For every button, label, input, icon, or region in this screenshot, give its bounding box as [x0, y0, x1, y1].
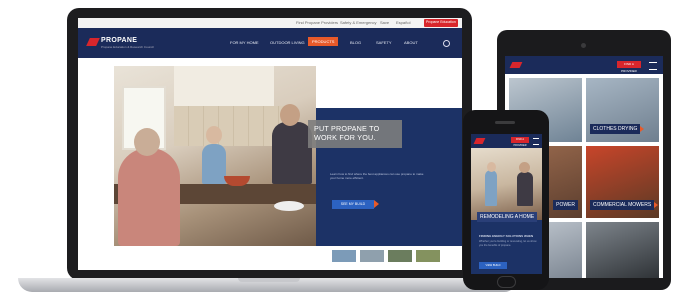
phone-subhead: FINDING ENERGY SOLUTIONS WHEN: [479, 234, 534, 238]
hero-thumbnails: [332, 250, 442, 264]
hero-kitchen-photo: [114, 66, 316, 246]
photo-cabinets: [174, 66, 274, 108]
laptop-notch: [238, 278, 300, 282]
photo-head-foreground: [134, 128, 160, 156]
phone-provider-button[interactable]: FIND A PROVIDER: [511, 137, 529, 147]
laptop-screen: Find Propane Providers Safety & Emergenc…: [78, 18, 462, 270]
hero-cta-button[interactable]: SEE MY BUILD: [332, 200, 374, 209]
nav-item-products[interactable]: PRODUCTS: [308, 37, 339, 46]
hero-section: PUT PROPANE TO WORK FOR YOU. Learn how t…: [78, 58, 462, 270]
tile-caption: COMMERCIAL MOWERS: [590, 200, 659, 210]
logo-subtext: Propane Education & Research Council: [101, 45, 154, 49]
tile-caption: POWER: [553, 200, 578, 210]
hero-thumbnail[interactable]: [388, 250, 412, 262]
photo-person-woman: [485, 170, 497, 206]
phone-speaker: [495, 121, 515, 124]
tablet-tile[interactable]: COMMERCIAL MOWERS: [586, 146, 659, 218]
photo-head-woman: [206, 126, 222, 144]
nav-item-blog[interactable]: BLOG: [350, 40, 361, 45]
tablet-tile[interactable]: [586, 222, 659, 278]
phone-hero-photo: [471, 148, 542, 220]
photo-head-man: [280, 104, 300, 126]
photo-person-man: [272, 122, 312, 184]
photo-head-man: [519, 162, 530, 173]
cta-arrow-icon: [374, 200, 379, 208]
tile-caption: CLOTHES DRYING: [590, 124, 645, 134]
hero-thumbnail[interactable]: [360, 250, 384, 262]
nav-item-about[interactable]: ABOUT: [404, 40, 418, 45]
phone-nav: FIND A PROVIDER: [471, 134, 542, 148]
flame-icon: [86, 38, 100, 46]
nav-item-outdoor[interactable]: OUTDOOR LIVING: [270, 40, 305, 45]
hamburger-menu-icon[interactable]: [649, 62, 657, 70]
flame-icon[interactable]: [473, 138, 486, 144]
photo-person-man: [517, 172, 533, 206]
tile-caption-text: POWER: [556, 202, 575, 208]
phone-hero-caption[interactable]: REMODELING A HOME: [477, 212, 538, 222]
main-nav: PROPANE Propane Education & Research Cou…: [78, 28, 462, 58]
search-icon[interactable]: [443, 40, 450, 47]
propane-logo[interactable]: PROPANE Propane Education & Research Cou…: [86, 37, 154, 49]
tablet-nav: FIND A PROVIDER: [505, 56, 663, 74]
photo-plate: [274, 201, 304, 211]
tablet-camera: [581, 43, 586, 48]
photo-person-woman: [202, 144, 226, 184]
hero-headline: PUT PROPANE TO WORK FOR YOU.: [314, 124, 380, 142]
util-link-safety[interactable]: Safety & Emergency: [340, 20, 376, 25]
phone-home-button[interactable]: [497, 276, 516, 288]
nav-item-safety[interactable]: SAFETY: [376, 40, 392, 45]
phone-cta-button[interactable]: VIEW BUILD: [479, 262, 507, 269]
tile-caption-text: COMMERCIAL MOWERS: [593, 202, 652, 208]
hero-thumbnail[interactable]: [332, 250, 356, 262]
util-link-providers[interactable]: Find Propane Providers: [296, 20, 338, 25]
hero-copy: Learn how to find where the best applian…: [330, 172, 424, 180]
photo-head-woman: [487, 162, 496, 172]
logo-text: PROPANE: [101, 37, 138, 44]
hamburger-menu-icon[interactable]: [533, 138, 539, 145]
util-link-save[interactable]: Save: [380, 20, 389, 25]
phone-screen: FIND A PROVIDER REMODELING A HOME FINDIN…: [471, 134, 542, 274]
arrow-icon: [640, 126, 645, 132]
hero-thumbnail[interactable]: [416, 250, 440, 262]
photo-person-foreground: [118, 148, 180, 246]
util-red-button-label: Propane Education: [426, 20, 456, 24]
tablet-tile[interactable]: CLOTHES DRYING: [586, 78, 659, 142]
tablet-provider-button[interactable]: FIND A PROVIDER: [617, 61, 641, 73]
tile-caption-text: CLOTHES DRYING: [593, 126, 638, 132]
phone-copy: Whether you're building or renovating, l…: [479, 240, 537, 247]
nav-item-home[interactable]: FOR MY HOME: [230, 40, 259, 45]
flame-icon[interactable]: [509, 62, 523, 68]
util-red-button[interactable]: Propane Education: [424, 19, 458, 27]
util-link-espanol[interactable]: Español: [396, 20, 410, 25]
arrow-icon: [654, 202, 659, 208]
